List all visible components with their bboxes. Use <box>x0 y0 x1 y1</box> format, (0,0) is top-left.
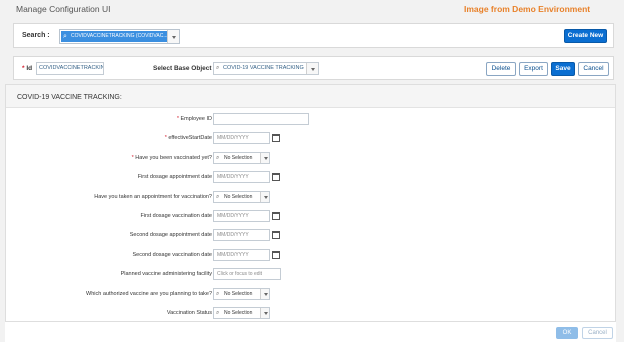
field-label-text: Have you taken an appointment for vaccin… <box>94 193 212 200</box>
record-header: * Id COVIDVACCINETRACKING Select Base Ob… <box>13 56 614 80</box>
field-value: MM/DD/YYYY <box>217 174 249 181</box>
field-value: Click or focus to edit <box>217 271 263 278</box>
search-icon: ⌕ <box>63 33 67 40</box>
field-input-first-dosage-vaccination-date[interactable]: MM/DD/YYYY <box>213 210 270 222</box>
field-label-text: Second dosage vaccination date <box>132 251 212 258</box>
calendar-icon[interactable] <box>272 231 280 240</box>
delete-button[interactable]: Delete <box>486 62 516 76</box>
calendar-icon[interactable] <box>272 173 280 182</box>
field-label-have-you-been-vaccinated-yet: * Have you been vaccinated yet? <box>132 155 212 161</box>
field-label-text: effectiveStartDate <box>168 135 212 142</box>
id-label: * Id <box>22 65 33 72</box>
search-icon: ⌕ <box>216 290 220 297</box>
field-label-text: First dosage vaccination date <box>140 213 212 219</box>
field-label-text: Planned vaccine administering facility <box>120 271 212 278</box>
base-object-combobox[interactable]: ⌕ COVID-19 VACCINE TRACKING <box>213 62 319 75</box>
search-icon: ⌕ <box>216 65 220 71</box>
field-value: MM/DD/YYYY <box>217 213 249 219</box>
base-object-value: COVID-19 VACCINE TRACKING <box>223 65 304 71</box>
calendar-icon[interactable] <box>272 134 280 143</box>
field-value: No Selection <box>224 154 253 161</box>
field-label-effectivestartdate: * effectiveStartDate <box>165 135 212 141</box>
field-input-planned-vaccine-administering-facility[interactable]: Click or focus to edit <box>213 268 281 281</box>
export-button[interactable]: Export <box>519 62 548 76</box>
field-label-first-dosage-vaccination-date: First dosage vaccination date <box>140 213 212 219</box>
field-input-second-dosage-appointment-date[interactable]: MM/DD/YYYY <box>213 229 270 242</box>
dropdown-button[interactable] <box>260 191 269 202</box>
field-label-text: Have you been vaccinated yet? <box>135 154 212 161</box>
field-input-employee-id[interactable] <box>213 113 309 125</box>
field-label-text: First dosage appointment date <box>137 174 212 181</box>
footer-cancel-button[interactable]: Cancel <box>582 327 613 339</box>
field-value: MM/DD/YYYY <box>217 232 249 239</box>
required-marker: * <box>176 116 179 122</box>
create-new-button[interactable]: Create New <box>564 29 607 43</box>
ok-button[interactable]: OK <box>556 327 578 339</box>
footer-bar: OK Cancel <box>5 322 616 342</box>
search-dropdown-button[interactable] <box>167 30 179 43</box>
field-label-employee-id: * Employee ID <box>177 116 212 122</box>
search-icon: ⌕ <box>216 154 220 161</box>
form-title: COVID-19 VACCINE TRACKING: <box>17 94 122 101</box>
field-label-which-authorized-vaccine-are-you-planning-to-take: Which authorized vaccine are you plannin… <box>86 291 212 297</box>
dropdown-button[interactable] <box>260 288 269 299</box>
field-input-effectivestartdate[interactable]: MM/DD/YYYY <box>213 132 270 145</box>
field-label-second-dosage-vaccination-date: Second dosage vaccination date <box>132 252 212 258</box>
calendar-icon[interactable] <box>272 212 280 220</box>
field-label-planned-vaccine-administering-facility: Planned vaccine administering facility <box>121 271 212 277</box>
field-label-have-you-taken-an-appointment-for-vaccination: Have you taken an appointment for vaccin… <box>94 194 212 200</box>
save-button[interactable]: Save <box>551 62 575 76</box>
dropdown-button[interactable] <box>260 152 269 163</box>
field-value: MM/DD/YYYY <box>217 251 249 258</box>
field-label-text: Vaccination Status <box>166 310 212 316</box>
search-bar: Search : ⌕ COVIDVACCINETRACKING (COVIDVA… <box>13 23 614 48</box>
demo-banner: Image from Demo Environment <box>464 4 591 14</box>
field-label-text: Second dosage appointment date <box>129 232 212 239</box>
search-icon: ⌕ <box>216 310 220 316</box>
field-label-vaccination-status: Vaccination Status <box>167 310 212 316</box>
field-value: No Selection <box>224 193 253 200</box>
field-value: MM/DD/YYYY <box>217 135 249 142</box>
field-input-have-you-been-vaccinated-yet[interactable]: ⌕ No Selection <box>213 151 270 164</box>
field-label-first-dosage-appointment-date: First dosage appointment date <box>138 174 212 180</box>
search-label: Search : <box>22 32 50 39</box>
form-panel: COVID-19 VACCINE TRACKING: * Employee ID… <box>5 84 616 322</box>
field-label-second-dosage-appointment-date: Second dosage appointment date <box>130 232 212 238</box>
required-marker: * <box>164 135 167 142</box>
required-marker: * <box>131 154 134 161</box>
field-label-text: Which authorized vaccine are you plannin… <box>86 290 212 297</box>
id-input[interactable]: COVIDVACCINETRACKING <box>36 62 104 75</box>
field-input-have-you-taken-an-appointment-for-vaccination[interactable]: ⌕ No Selection <box>213 190 270 203</box>
field-value: No Selection <box>224 310 253 316</box>
dropdown-button[interactable] <box>260 308 269 318</box>
search-icon: ⌕ <box>216 193 220 200</box>
base-object-label: Select Base Object <box>153 65 212 72</box>
field-value: No Selection <box>224 290 253 297</box>
field-input-vaccination-status[interactable]: ⌕ No Selection <box>213 307 270 319</box>
form-header: COVID-19 VACCINE TRACKING: <box>6 85 615 108</box>
field-input-which-authorized-vaccine-are-you-planning-to-take[interactable]: ⌕ No Selection <box>213 287 270 300</box>
field-label-text: Employee ID <box>180 116 213 122</box>
base-object-dropdown-button[interactable] <box>306 63 318 74</box>
calendar-icon[interactable] <box>272 250 280 259</box>
search-value: COVIDVACCINETRACKING (COVIDVAC... <box>71 33 168 39</box>
cancel-button[interactable]: Cancel <box>578 62 609 76</box>
page-title: Manage Configuration UI <box>16 4 111 14</box>
search-combobox[interactable]: ⌕ COVIDVACCINETRACKING (COVIDVAC... <box>59 29 180 44</box>
field-input-second-dosage-vaccination-date[interactable]: MM/DD/YYYY <box>213 248 270 261</box>
field-input-first-dosage-appointment-date[interactable]: MM/DD/YYYY <box>213 171 270 184</box>
search-selected-value[interactable]: ⌕ COVIDVACCINETRACKING (COVIDVAC... <box>61 31 173 42</box>
